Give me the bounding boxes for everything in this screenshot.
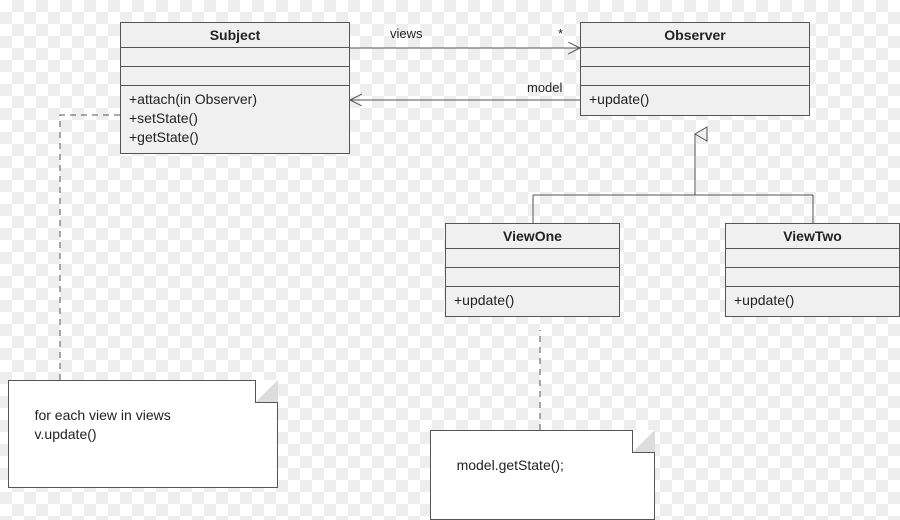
class-viewone-attrs [446,249,619,268]
note-viewone: model.getState(); [430,430,655,520]
class-viewtwo-attrs [726,249,899,268]
note-fold-icon [255,380,278,403]
note-fold-icon [632,430,655,453]
note-subject-text: for each view in views v.update() [19,407,171,442]
assoc-views-mult: * [558,26,563,41]
class-viewtwo-attrs2 [726,268,899,287]
class-observer-attrs2 [581,67,809,86]
gen-tree [533,155,813,223]
diagram-canvas: Subject +attach(in Observer) +setState()… [0,0,900,520]
assoc-views-label: views [390,26,423,41]
note-subject: for each view in views v.update() [8,380,278,488]
class-viewone-title: ViewOne [446,224,619,249]
class-subject-title: Subject [121,23,349,48]
class-observer-ops: +update() [581,86,809,115]
class-observer-title: Observer [581,23,809,48]
class-observer: Observer +update() [580,22,810,116]
assoc-model-label: model [527,80,562,95]
class-viewtwo-ops: +update() [726,287,899,316]
class-viewone-ops: +update() [446,287,619,316]
class-viewtwo: ViewTwo +update() [725,223,900,317]
class-viewone-attrs2 [446,268,619,287]
class-observer-attrs [581,48,809,67]
class-viewtwo-title: ViewTwo [726,224,899,249]
note-subject-anchor [60,115,120,380]
note-viewone-text: model.getState(); [457,457,564,473]
class-subject-attrs2 [121,67,349,86]
class-viewone: ViewOne +update() [445,223,620,317]
class-subject-ops: +attach(in Observer) +setState() +getSta… [121,86,349,153]
class-subject: Subject +attach(in Observer) +setState()… [120,22,350,154]
class-subject-attrs [121,48,349,67]
